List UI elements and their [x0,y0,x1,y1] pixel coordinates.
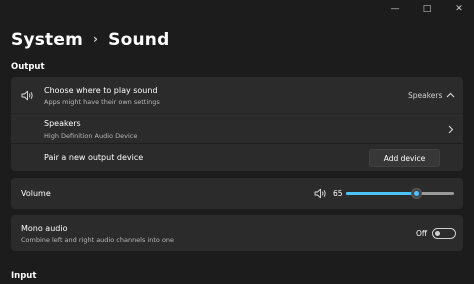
chevron-up-icon[interactable] [446,92,455,98]
mono-audio-toggle[interactable] [432,228,456,239]
choose-output-row[interactable]: Choose where to play sound Apps might ha… [11,77,463,113]
volume-slider-thumb[interactable] [410,188,422,199]
output-section-label: Output [11,62,45,72]
pair-device-label: Pair a new output device [44,153,144,162]
volume-label: Volume [21,189,51,198]
chevron-right-icon: › [93,32,99,46]
volume-value: 65 [333,189,343,198]
volume-slider-track[interactable] [346,192,454,195]
output-card: Choose where to play sound Apps might ha… [11,77,463,171]
volume-slider-fill [346,192,417,195]
breadcrumb: System › Sound [11,30,169,50]
speakers-device-row[interactable]: Speakers High Definition Audio Device [11,113,463,143]
minimize-icon[interactable]: — [390,4,400,14]
close-icon[interactable]: ✕ [454,4,464,14]
mono-audio-subtitle: Combine left and right audio channels in… [21,236,175,244]
speakers-device-title: Speakers [44,119,81,128]
window-controls: — □ ✕ [390,4,464,14]
maximize-icon[interactable]: □ [422,4,432,14]
volume-card: Volume 65 [11,178,463,209]
add-device-button[interactable]: Add device [369,149,440,167]
mono-audio-card: Mono audio Combine left and right audio … [11,215,463,251]
speaker-icon [21,90,33,101]
input-section-label: Input [11,271,37,281]
speakers-device-subtitle: High Definition Audio Device [44,132,138,140]
choose-output-title: Choose where to play sound [44,86,158,95]
mono-audio-title: Mono audio [21,224,68,233]
selected-output-device: Speakers [408,91,443,100]
page-title: Sound [108,30,170,50]
toggle-knob [435,231,440,236]
choose-output-subtitle: Apps might have their own settings [44,98,160,106]
pair-device-row: Pair a new output device Add device [11,143,463,171]
chevron-right-icon[interactable] [448,125,454,134]
speaker-icon[interactable] [314,188,327,199]
breadcrumb-system[interactable]: System [11,30,83,50]
mono-audio-state: Off [416,229,428,238]
